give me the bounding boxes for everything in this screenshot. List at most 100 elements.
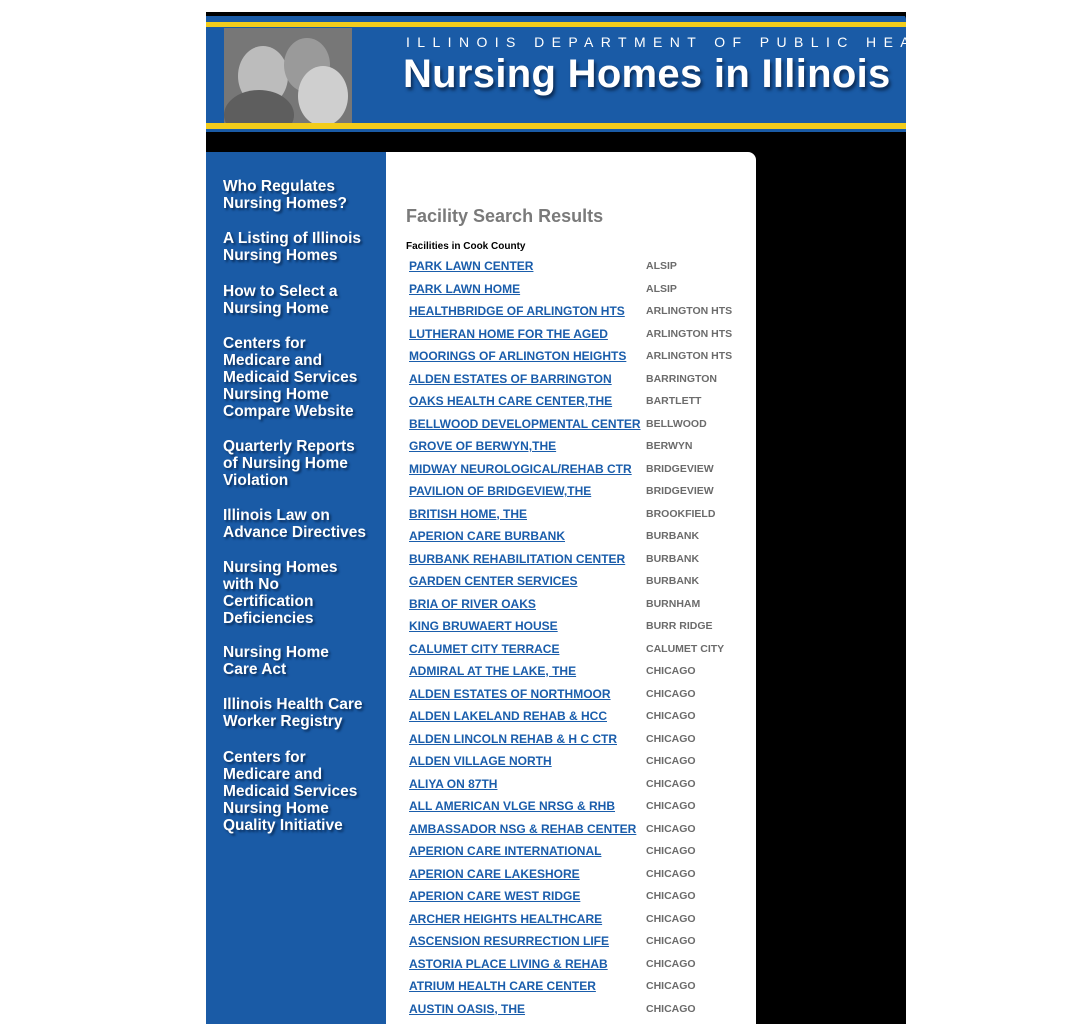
facility-name-link[interactable]: APERION CARE BURBANK [409,529,637,543]
facility-name-link[interactable]: AMBASSADOR NSG & REHAB CENTER [409,822,637,836]
table-row: PARK LAWN CENTER ALSIP [386,258,756,281]
table-row: MIDWAY NEUROLOGICAL/REHAB CTR BRIDGEVIEW [386,461,756,484]
facility-name-link[interactable]: OAKS HEALTH CARE CENTER,THE [409,394,637,408]
facility-name-link[interactable]: ASCENSION RESURRECTION LIFE [409,934,637,948]
facility-name-link[interactable]: ARCHER HEIGHTS HEALTHCARE [409,912,637,926]
page-title: Facility Search Results [406,206,604,226]
facility-city: CHICAGO [646,777,696,790]
facility-name-link[interactable]: BRITISH HOME, THE [409,507,637,521]
facility-name-link[interactable]: ALDEN VILLAGE NORTH [409,754,637,768]
nav-cms-quality[interactable]: Centers for Medicare and Medicaid Servic… [223,749,357,834]
facility-city: BURBANK [646,530,700,542]
facility-city: ARLINGTON HTS [646,305,733,317]
table-row: KING BRUWAERT HOUSE BURR RIDGE [386,618,756,641]
banner-top-line [206,12,906,16]
table-row: GROVE OF BERWYN,THE BERWYN [386,438,756,461]
facility-name-link[interactable]: ALDEN ESTATES OF BARRINGTON [409,372,637,386]
nav-cms-compare[interactable]: Centers for Medicare and Medicaid Servic… [223,335,357,420]
facility-name-link[interactable]: AUSTIN OASIS, THE [409,1002,637,1016]
table-row: ALDEN LINCOLN REHAB & H C CTR CHICAGO [386,731,756,754]
department-name: ILLINOIS DEPARTMENT OF PUBLIC HEALTH [406,34,906,50]
facility-name-link[interactable]: ASTORIA PLACE LIVING & REHAB [409,957,637,971]
facility-name-link[interactable]: PARK LAWN CENTER [409,259,637,273]
facility-name-link[interactable]: ALDEN LINCOLN REHAB & H C CTR [409,732,637,746]
table-row: PARK LAWN HOME ALSIP [386,281,756,304]
nav-advance-directives[interactable]: Illinois Law on Advance Directives [223,507,366,541]
table-row: APERION CARE BURBANK BURBANK [386,528,756,551]
facility-city: ALSIP [646,260,677,272]
table-row: ALDEN VILLAGE NORTH CHICAGO [386,753,756,776]
facility-name-link[interactable]: MOORINGS OF ARLINGTON HEIGHTS [409,349,637,363]
facility-name-link[interactable]: KING BRUWAERT HOUSE [409,619,637,633]
facility-city: ARLINGTON HTS [646,327,733,340]
facility-city: BARRINGTON [646,372,717,385]
facility-name-link[interactable]: ATRIUM HEALTH CARE CENTER [409,979,637,993]
facility-name-link[interactable]: ALDEN ESTATES OF NORTHMOOR [409,687,637,701]
facility-city: CHICAGO [646,822,696,835]
facility-name-link[interactable]: PARK LAWN HOME [409,282,637,296]
facility-name-link[interactable]: GARDEN CENTER SERVICES [409,574,637,588]
table-row: AMBASSADOR NSG & REHAB CENTER CHICAGO [386,821,756,844]
county-label: Facilities in Cook County [406,241,526,252]
nav-how-to-select[interactable]: How to Select a Nursing Home [223,283,338,317]
facility-name-link[interactable]: BRIA OF RIVER OAKS [409,597,637,611]
facility-city: BURNHAM [646,597,701,610]
facility-city: CHICAGO [646,957,696,970]
facility-city: CALUMET CITY [646,642,725,655]
facility-city: CHICAGO [646,980,696,992]
table-row: ALDEN LAKELAND REHAB & HCC CHICAGO [386,708,756,731]
facility-city: BROOKFIELD [646,507,716,520]
elderly-couple-photo [224,28,352,126]
nav-worker-registry[interactable]: Illinois Health Care Worker Registry [223,696,363,730]
facility-city: BURR RIDGE [646,620,713,632]
facility-name-link[interactable]: ALIYA ON 87TH [409,777,637,791]
facility-name-link[interactable]: ALDEN LAKELAND REHAB & HCC [409,709,637,723]
site-banner: ILLINOIS DEPARTMENT OF PUBLIC HEALTH Nur… [206,12,906,132]
page-frame: ILLINOIS DEPARTMENT OF PUBLIC HEALTH Nur… [206,12,906,1024]
table-row: ALL AMERICAN VLGE NRSG & RHB CHICAGO [386,798,756,821]
facility-name-link[interactable]: PAVILION OF BRIDGEVIEW,THE [409,484,637,498]
nav-who-regulates[interactable]: Who Regulates Nursing Homes? [223,178,347,212]
facility-name-link[interactable]: BURBANK REHABILITATION CENTER [409,552,637,566]
nav-quarterly-reports[interactable]: Quarterly Reports of Nursing Home Violat… [223,438,355,489]
facility-city: CHICAGO [646,665,696,677]
facility-city: CHICAGO [646,1002,696,1015]
facility-city: CHICAGO [646,890,696,902]
sidebar-nav: Who Regulates Nursing Homes? A Listing o… [206,152,386,1024]
table-row: APERION CARE LAKESHORE CHICAGO [386,866,756,889]
facility-name-link[interactable]: GROVE OF BERWYN,THE [409,439,637,453]
facility-city: BURBANK [646,552,700,565]
facility-city: CHICAGO [646,732,696,745]
table-row: AUSTIN OASIS, THE CHICAGO [386,1001,756,1024]
table-row: HEALTHBRIDGE OF ARLINGTON HTS ARLINGTON H… [386,303,756,326]
facility-city: CHICAGO [646,710,696,722]
table-row: LUTHERAN HOME FOR THE AGED ARLINGTON HTS [386,326,756,349]
nav-listing-nursing-homes[interactable]: A Listing of Illinois Nursing Homes [223,230,361,264]
nav-care-act[interactable]: Nursing Home Care Act [223,644,329,678]
facility-name-link[interactable]: BELLWOOD DEVELOPMENTAL CENTER [409,417,641,431]
banner-stripe-bottom [206,123,906,129]
facility-name-link[interactable]: APERION CARE WEST RIDGE [409,889,637,903]
table-row: APERION CARE WEST RIDGE CHICAGO [386,888,756,911]
facility-name-link[interactable]: APERION CARE INTERNATIONAL [409,844,637,858]
facility-name-link[interactable]: HEALTHBRIDGE OF ARLINGTON HTS [409,304,637,318]
facility-city: BRIDGEVIEW [646,462,714,475]
table-row: GARDEN CENTER SERVICES BURBANK [386,573,756,596]
facility-city: CHICAGO [646,912,696,925]
table-row: BELLWOOD DEVELOPMENTAL CENTER BELLWOOD [386,416,756,439]
table-row: BURBANK REHABILITATION CENTER BURBANK [386,551,756,574]
facility-name-link[interactable]: CALUMET CITY TERRACE [409,642,637,656]
facility-name-link[interactable]: MIDWAY NEUROLOGICAL/REHAB CTR [409,462,637,476]
facility-name-link[interactable]: ADMIRAL AT THE LAKE, THE [409,664,637,678]
nav-no-deficiencies[interactable]: Nursing Homes with No Certification Defi… [223,559,338,627]
banner-stripe-top [206,22,906,27]
facility-name-link[interactable]: ALL AMERICAN VLGE NRSG & RHB [409,799,637,813]
table-row: BRIA OF RIVER OAKS BURNHAM [386,596,756,619]
table-row: PAVILION OF BRIDGEVIEW,THE BRIDGEVIEW [386,483,756,506]
table-row: APERION CARE INTERNATIONAL CHICAGO [386,843,756,866]
table-row: ASTORIA PLACE LIVING & REHAB CHICAGO [386,956,756,979]
facility-name-link[interactable]: LUTHERAN HOME FOR THE AGED [409,327,637,341]
facility-city: CHICAGO [646,687,696,700]
facility-name-link[interactable]: APERION CARE LAKESHORE [409,867,637,881]
facility-city: ALSIP [646,282,677,295]
